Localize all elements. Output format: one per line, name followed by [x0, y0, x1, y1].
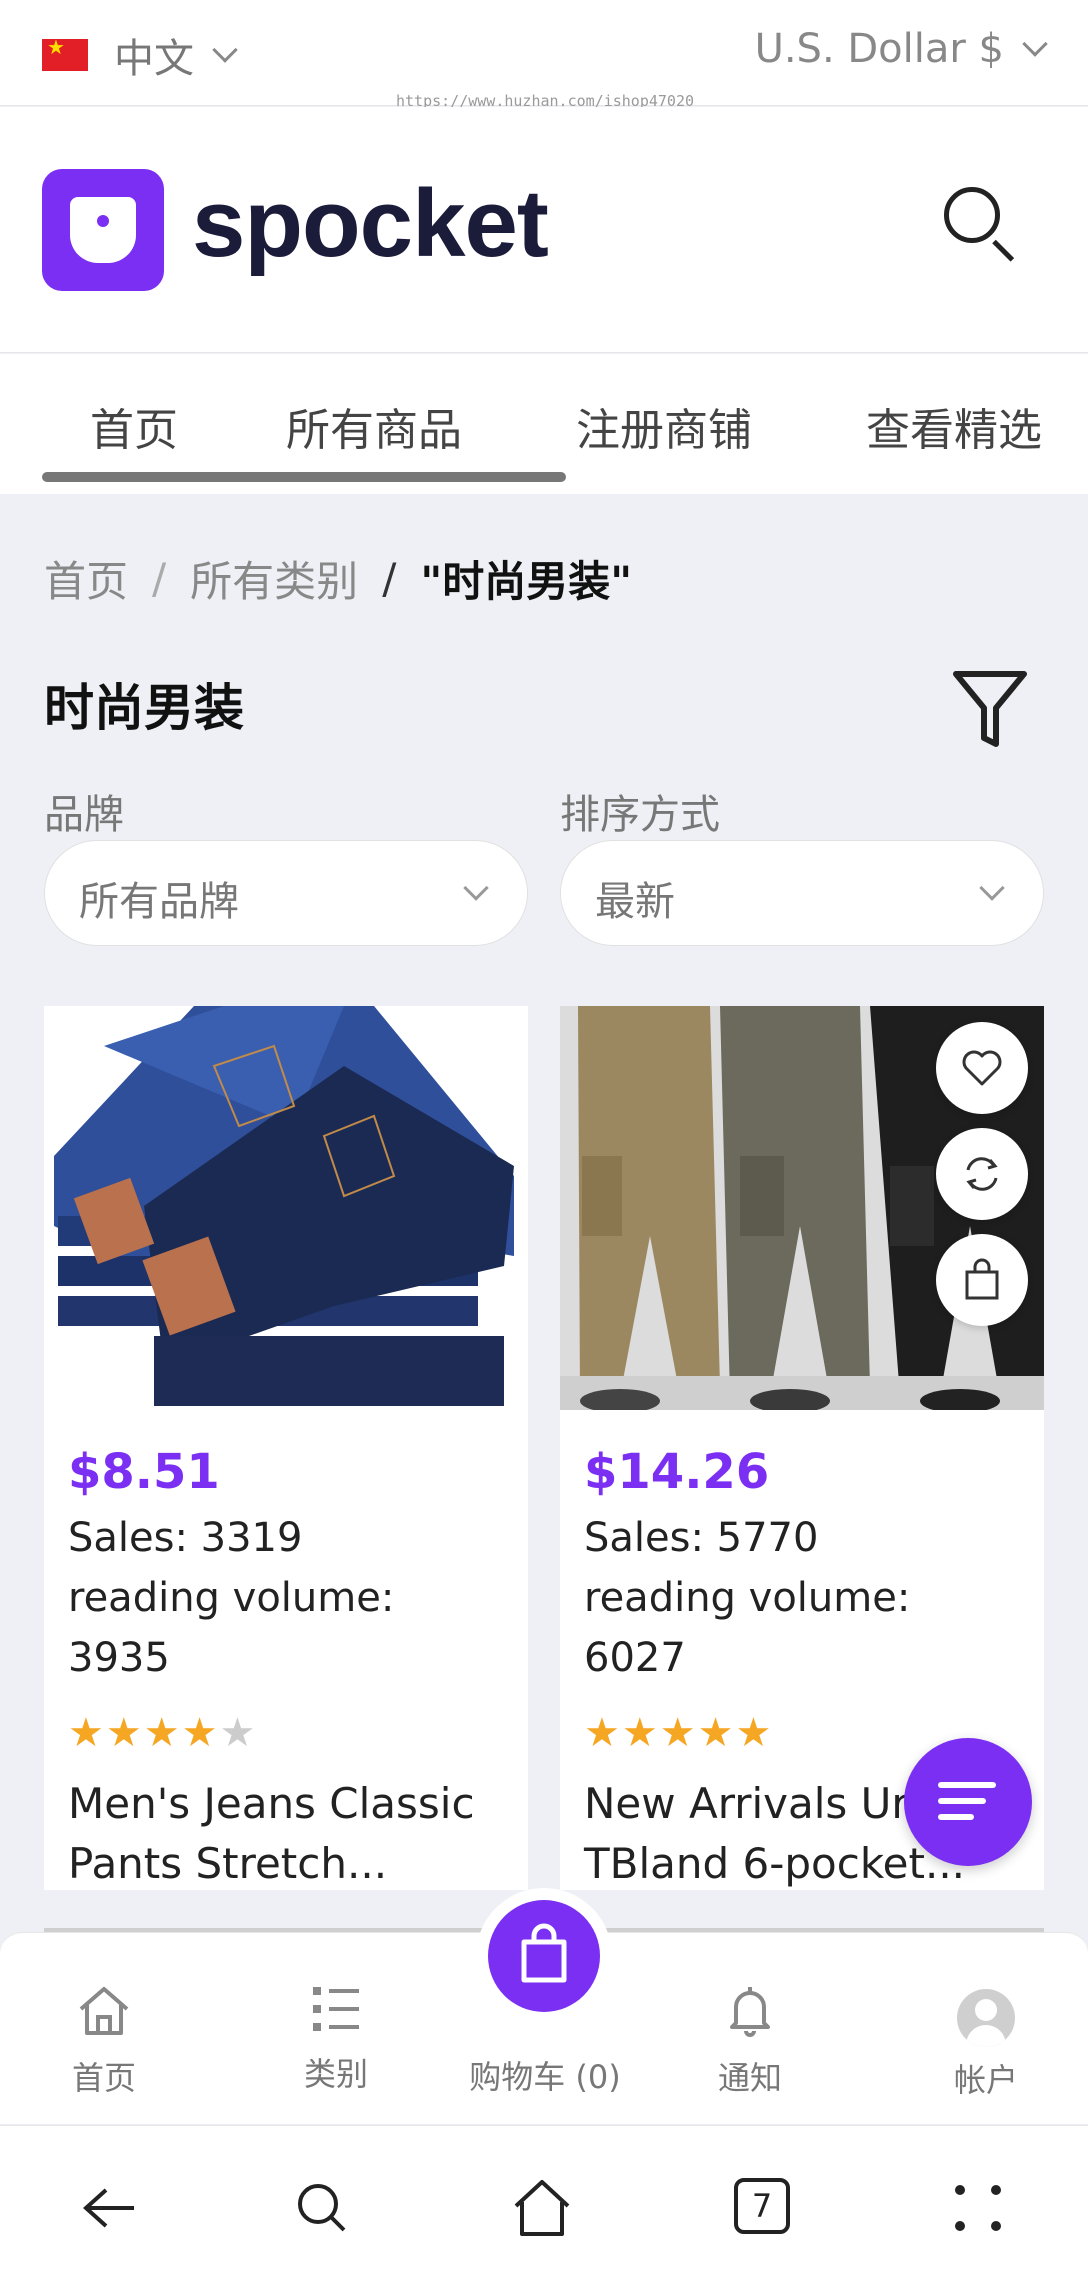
product-stats: Sales: 5770 reading volume: 6027 [584, 1508, 1024, 1688]
bottom-tab-account[interactable]: 帐户 [906, 1989, 1066, 2101]
currency-label: U.S. Dollar $ [754, 26, 1004, 72]
bottom-tab-notify[interactable]: 通知 [670, 1983, 830, 2099]
more-dots-icon[interactable] [950, 2176, 1014, 2240]
bottom-tab-home[interactable]: 首页 [24, 1983, 184, 2099]
site-header: spocket [0, 107, 1088, 353]
sort-filter-label: 排序方式 [560, 792, 720, 838]
bottom-tab-cart-label[interactable]: 购物车 (0) [440, 2052, 650, 2098]
currency-selector[interactable]: U.S. Dollar $ [754, 26, 1048, 72]
reading-volume-label: reading volume: [68, 1575, 395, 1621]
page-title: 时尚男装 [44, 679, 244, 737]
breadcrumb-home[interactable]: 首页 [44, 548, 128, 609]
bottom-tab-notify-label: 通知 [717, 2059, 782, 2097]
sort-select[interactable]: 最新 [560, 840, 1044, 946]
tab-home[interactable]: 首页 [90, 394, 178, 458]
home-icon [79, 1987, 129, 2035]
rating-stars: ★★★★★ [68, 1710, 258, 1756]
brand-name[interactable]: spocket [192, 169, 549, 279]
spocket-logo-icon[interactable] [42, 169, 164, 291]
system-nav-bar: 7 [0, 2125, 1088, 2287]
main-nav: 首页 所有商品 注册商铺 查看精选 [0, 354, 1088, 494]
tabs-counter[interactable]: 7 [734, 2178, 790, 2234]
product-price: $14.26 [584, 1444, 770, 1500]
brand-filter-label: 品牌 [44, 792, 124, 838]
bottom-tab-account-label: 帐户 [953, 2061, 1018, 2099]
product-sales: Sales: 5770 [584, 1515, 819, 1561]
brand-select[interactable]: 所有品牌 [44, 840, 528, 946]
search-icon[interactable] [290, 2176, 354, 2240]
reading-volume-value: 6027 [584, 1635, 686, 1681]
product-title-line2[interactable]: Pants Stretch... [68, 1834, 508, 1890]
language-selector[interactable]: 中文 [42, 26, 238, 84]
bottom-tab-home-label: 首页 [71, 2059, 136, 2097]
china-flag-icon [42, 35, 88, 71]
brand-select-value: 所有品牌 [79, 879, 239, 925]
cart-button[interactable] [476, 1888, 612, 2024]
product-price: $8.51 [68, 1444, 220, 1500]
menu-fab-icon[interactable] [904, 1738, 1032, 1866]
avatar [957, 1989, 1015, 2047]
language-label: 中文 [114, 36, 194, 82]
tab-all-products[interactable]: 所有商品 [286, 394, 462, 458]
breadcrumb-separator: / [152, 554, 167, 603]
compare-refresh-icon[interactable] [936, 1128, 1028, 1220]
bottom-tab-category[interactable]: 类别 [256, 1983, 416, 2095]
product-image[interactable] [44, 1006, 528, 1410]
breadcrumb-all-categories[interactable]: 所有类别 [190, 548, 358, 609]
chevron-down-icon [463, 875, 489, 901]
tab-featured[interactable]: 查看精选 [866, 394, 1042, 458]
home-icon[interactable] [510, 2176, 574, 2240]
product-sales: Sales: 3319 [68, 1515, 303, 1561]
reading-volume-value: 3935 [68, 1635, 170, 1681]
filter-icon[interactable] [950, 668, 1030, 752]
wishlist-heart-icon[interactable] [936, 1022, 1028, 1114]
bell-icon [730, 1987, 770, 2037]
breadcrumb-separator: / [382, 554, 397, 603]
add-to-cart-bag-icon[interactable] [936, 1234, 1028, 1326]
chevron-down-icon [1022, 31, 1048, 57]
bottom-tab-category-label: 类别 [303, 2055, 368, 2093]
product-card[interactable]: $8.51 Sales: 3319 reading volume: 3935 ★… [44, 1006, 528, 1890]
chevron-down-icon [979, 875, 1005, 901]
breadcrumb-current: "时尚男装" [420, 557, 633, 606]
shopping-bag-icon [488, 1900, 600, 2012]
search-icon[interactable] [944, 187, 1016, 262]
tab-register-shop[interactable]: 注册商铺 [576, 394, 752, 458]
rating-stars: ★★★★★ [584, 1710, 774, 1756]
product-title[interactable]: Men's Jeans Classic [68, 1774, 528, 1834]
sort-select-value: 最新 [595, 879, 675, 925]
back-arrow-icon[interactable] [76, 2176, 140, 2240]
tab-scroll-indicator [42, 472, 566, 482]
product-stats: Sales: 3319 reading volume: 3935 [68, 1508, 508, 1688]
reading-volume-label: reading volume: [584, 1575, 911, 1621]
chevron-down-icon [212, 37, 238, 63]
breadcrumb: 首页 / 所有类别 / "时尚男装" [44, 548, 632, 609]
top-bar: 中文 U.S. Dollar $ https://www.huzhan.com/… [0, 0, 1088, 110]
list-icon [313, 1987, 359, 2031]
